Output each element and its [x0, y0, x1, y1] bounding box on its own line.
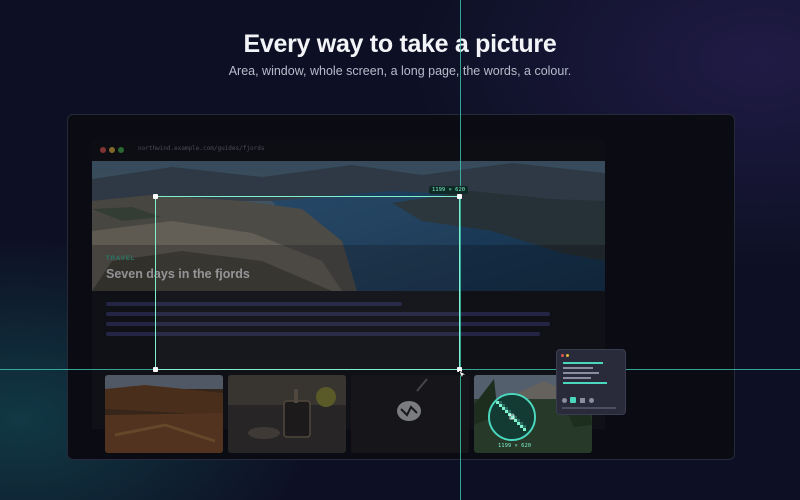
panel-line — [563, 372, 599, 374]
browser-toolbar: northwind.example.com/guides/fjords — [92, 139, 605, 161]
page-subheadline: Area, window, whole screen, a long page,… — [228, 64, 572, 78]
panel-close-dot[interactable] — [561, 354, 564, 357]
address-bar[interactable]: northwind.example.com/guides/fjords — [138, 145, 264, 152]
close-icon[interactable] — [580, 398, 585, 403]
cursor-icon — [458, 366, 467, 379]
selection-handle-top-right[interactable] — [457, 194, 462, 199]
panel-footer-line — [562, 407, 616, 409]
close-window-dot[interactable] — [100, 147, 106, 153]
selection-handle-top-left[interactable] — [153, 194, 158, 199]
pin-icon[interactable] — [589, 398, 594, 403]
panel-line — [563, 382, 607, 384]
vertical-crosshair-guide — [460, 0, 461, 500]
cursor-size-readout: 1199 × 620 — [498, 443, 532, 449]
panel-min-dot[interactable] — [566, 354, 569, 357]
panel-line — [563, 362, 603, 364]
page-headline: Every way to take a picture — [243, 30, 557, 58]
selection-size-label: 1199 × 620 — [429, 186, 469, 194]
thumbnail-tea-press[interactable] — [228, 375, 346, 453]
thumbnail-autumn-forest[interactable] — [105, 375, 223, 453]
capture-tool-panel — [556, 349, 626, 415]
minimize-window-dot[interactable] — [109, 147, 115, 153]
article-tag: TRAVEL — [106, 256, 136, 262]
thumbnail-dark-object[interactable] — [351, 375, 469, 453]
panel-line — [563, 367, 593, 369]
grid-icon[interactable] — [570, 397, 576, 403]
magnifier-loupe — [488, 393, 536, 441]
selection-handle-bottom-left[interactable] — [153, 367, 158, 372]
capture-selection-rect[interactable] — [153, 194, 462, 372]
panel-line — [563, 377, 591, 379]
settings-icon[interactable] — [562, 398, 567, 403]
maximize-window-dot[interactable] — [118, 147, 124, 153]
